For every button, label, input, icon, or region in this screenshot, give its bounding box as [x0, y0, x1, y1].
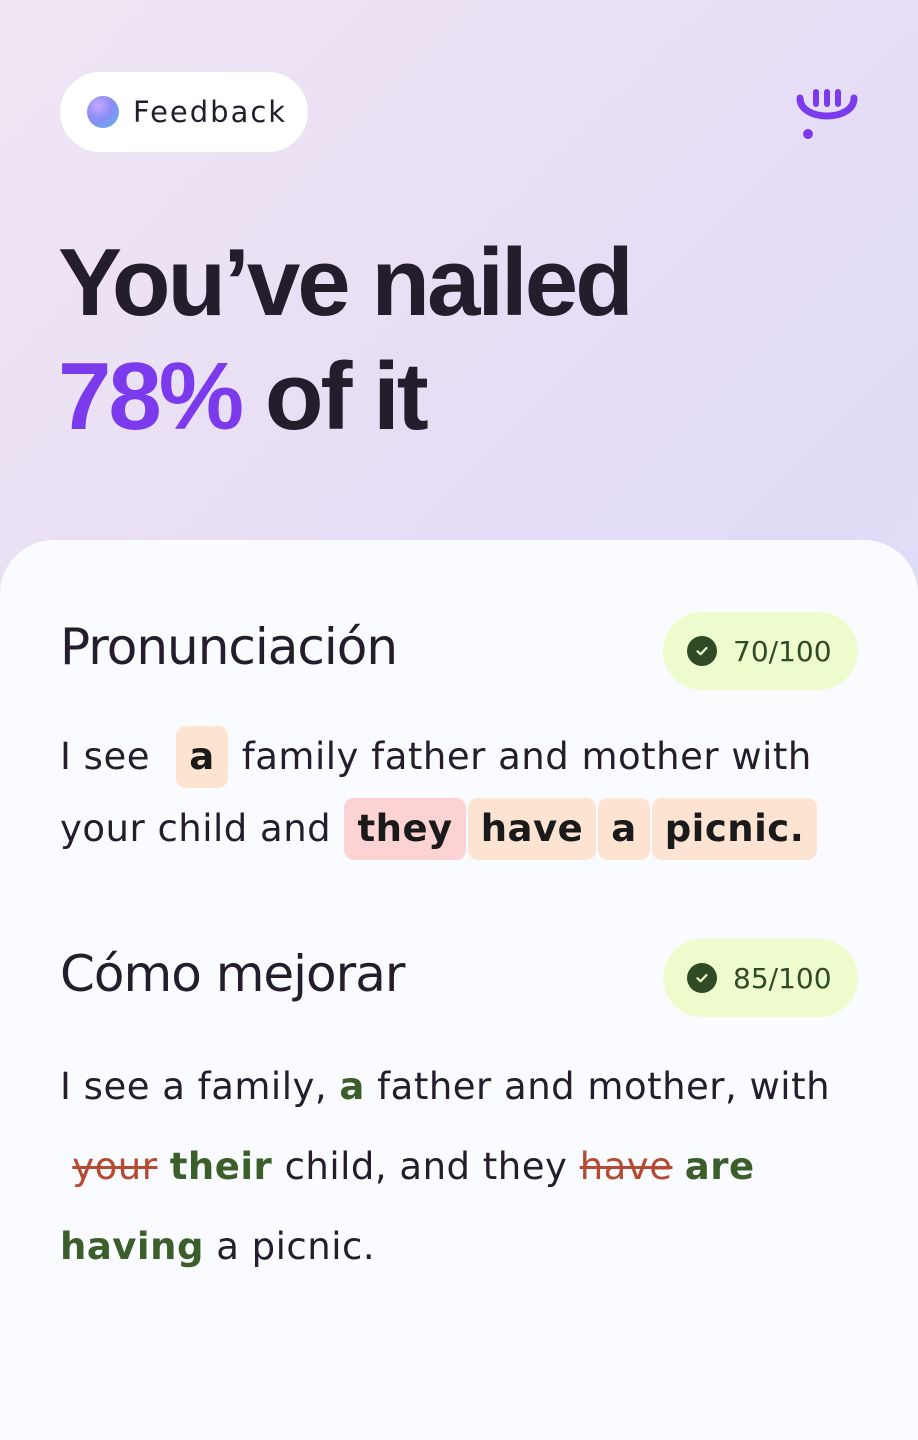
highlight-word[interactable]: have — [467, 798, 597, 860]
score-percent: 78% — [58, 343, 244, 450]
removed-word: have — [579, 1145, 673, 1188]
check-circle-icon — [687, 636, 717, 666]
sentence-text: a picnic. — [216, 1225, 376, 1268]
title-line-2-rest: of it — [264, 343, 429, 450]
highlight-word[interactable]: picnic. — [651, 798, 818, 860]
highlight-word[interactable]: a — [176, 726, 228, 788]
pronunciation-score-badge: 70/100 — [663, 612, 858, 690]
sentence-text: father and mother, with — [377, 1065, 831, 1108]
check-circle-icon — [687, 963, 717, 993]
feedback-label: Feedback — [133, 95, 288, 129]
hero-section: Feedback You’ve nailed 78% of it — [0, 0, 918, 560]
pronunciation-title: Pronunciación — [60, 618, 398, 676]
transcript-text: I see — [60, 735, 150, 778]
sentence-text: child, and they — [284, 1145, 568, 1188]
added-word: their — [169, 1145, 273, 1188]
improve-score-badge: 85/100 — [663, 939, 858, 1017]
removed-word: your — [72, 1145, 158, 1188]
corrected-sentence: I see a family, a father and mother, wit… — [60, 1047, 860, 1287]
sentence-text: I see a family, — [60, 1065, 328, 1108]
feedback-pill[interactable]: Feedback — [60, 72, 308, 152]
title-line-1: You’ve nailed — [58, 229, 634, 336]
smiley-logo-icon[interactable] — [794, 84, 860, 144]
improve-score: 85/100 — [733, 961, 832, 995]
highlight-word[interactable]: a — [598, 798, 650, 860]
page-title: You’ve nailed 78% of it — [58, 226, 634, 454]
feedback-card: Pronunciación 70/100 I see a family fathe… — [0, 540, 918, 1440]
added-word: a — [339, 1065, 365, 1108]
pronunciation-transcript: I see a family father and mother with you… — [60, 721, 860, 865]
pronunciation-score: 70/100 — [733, 634, 832, 668]
improve-title: Cómo mejorar — [60, 945, 405, 1003]
highlight-word-error[interactable]: they — [344, 798, 466, 860]
gradient-orb-icon — [87, 96, 119, 128]
